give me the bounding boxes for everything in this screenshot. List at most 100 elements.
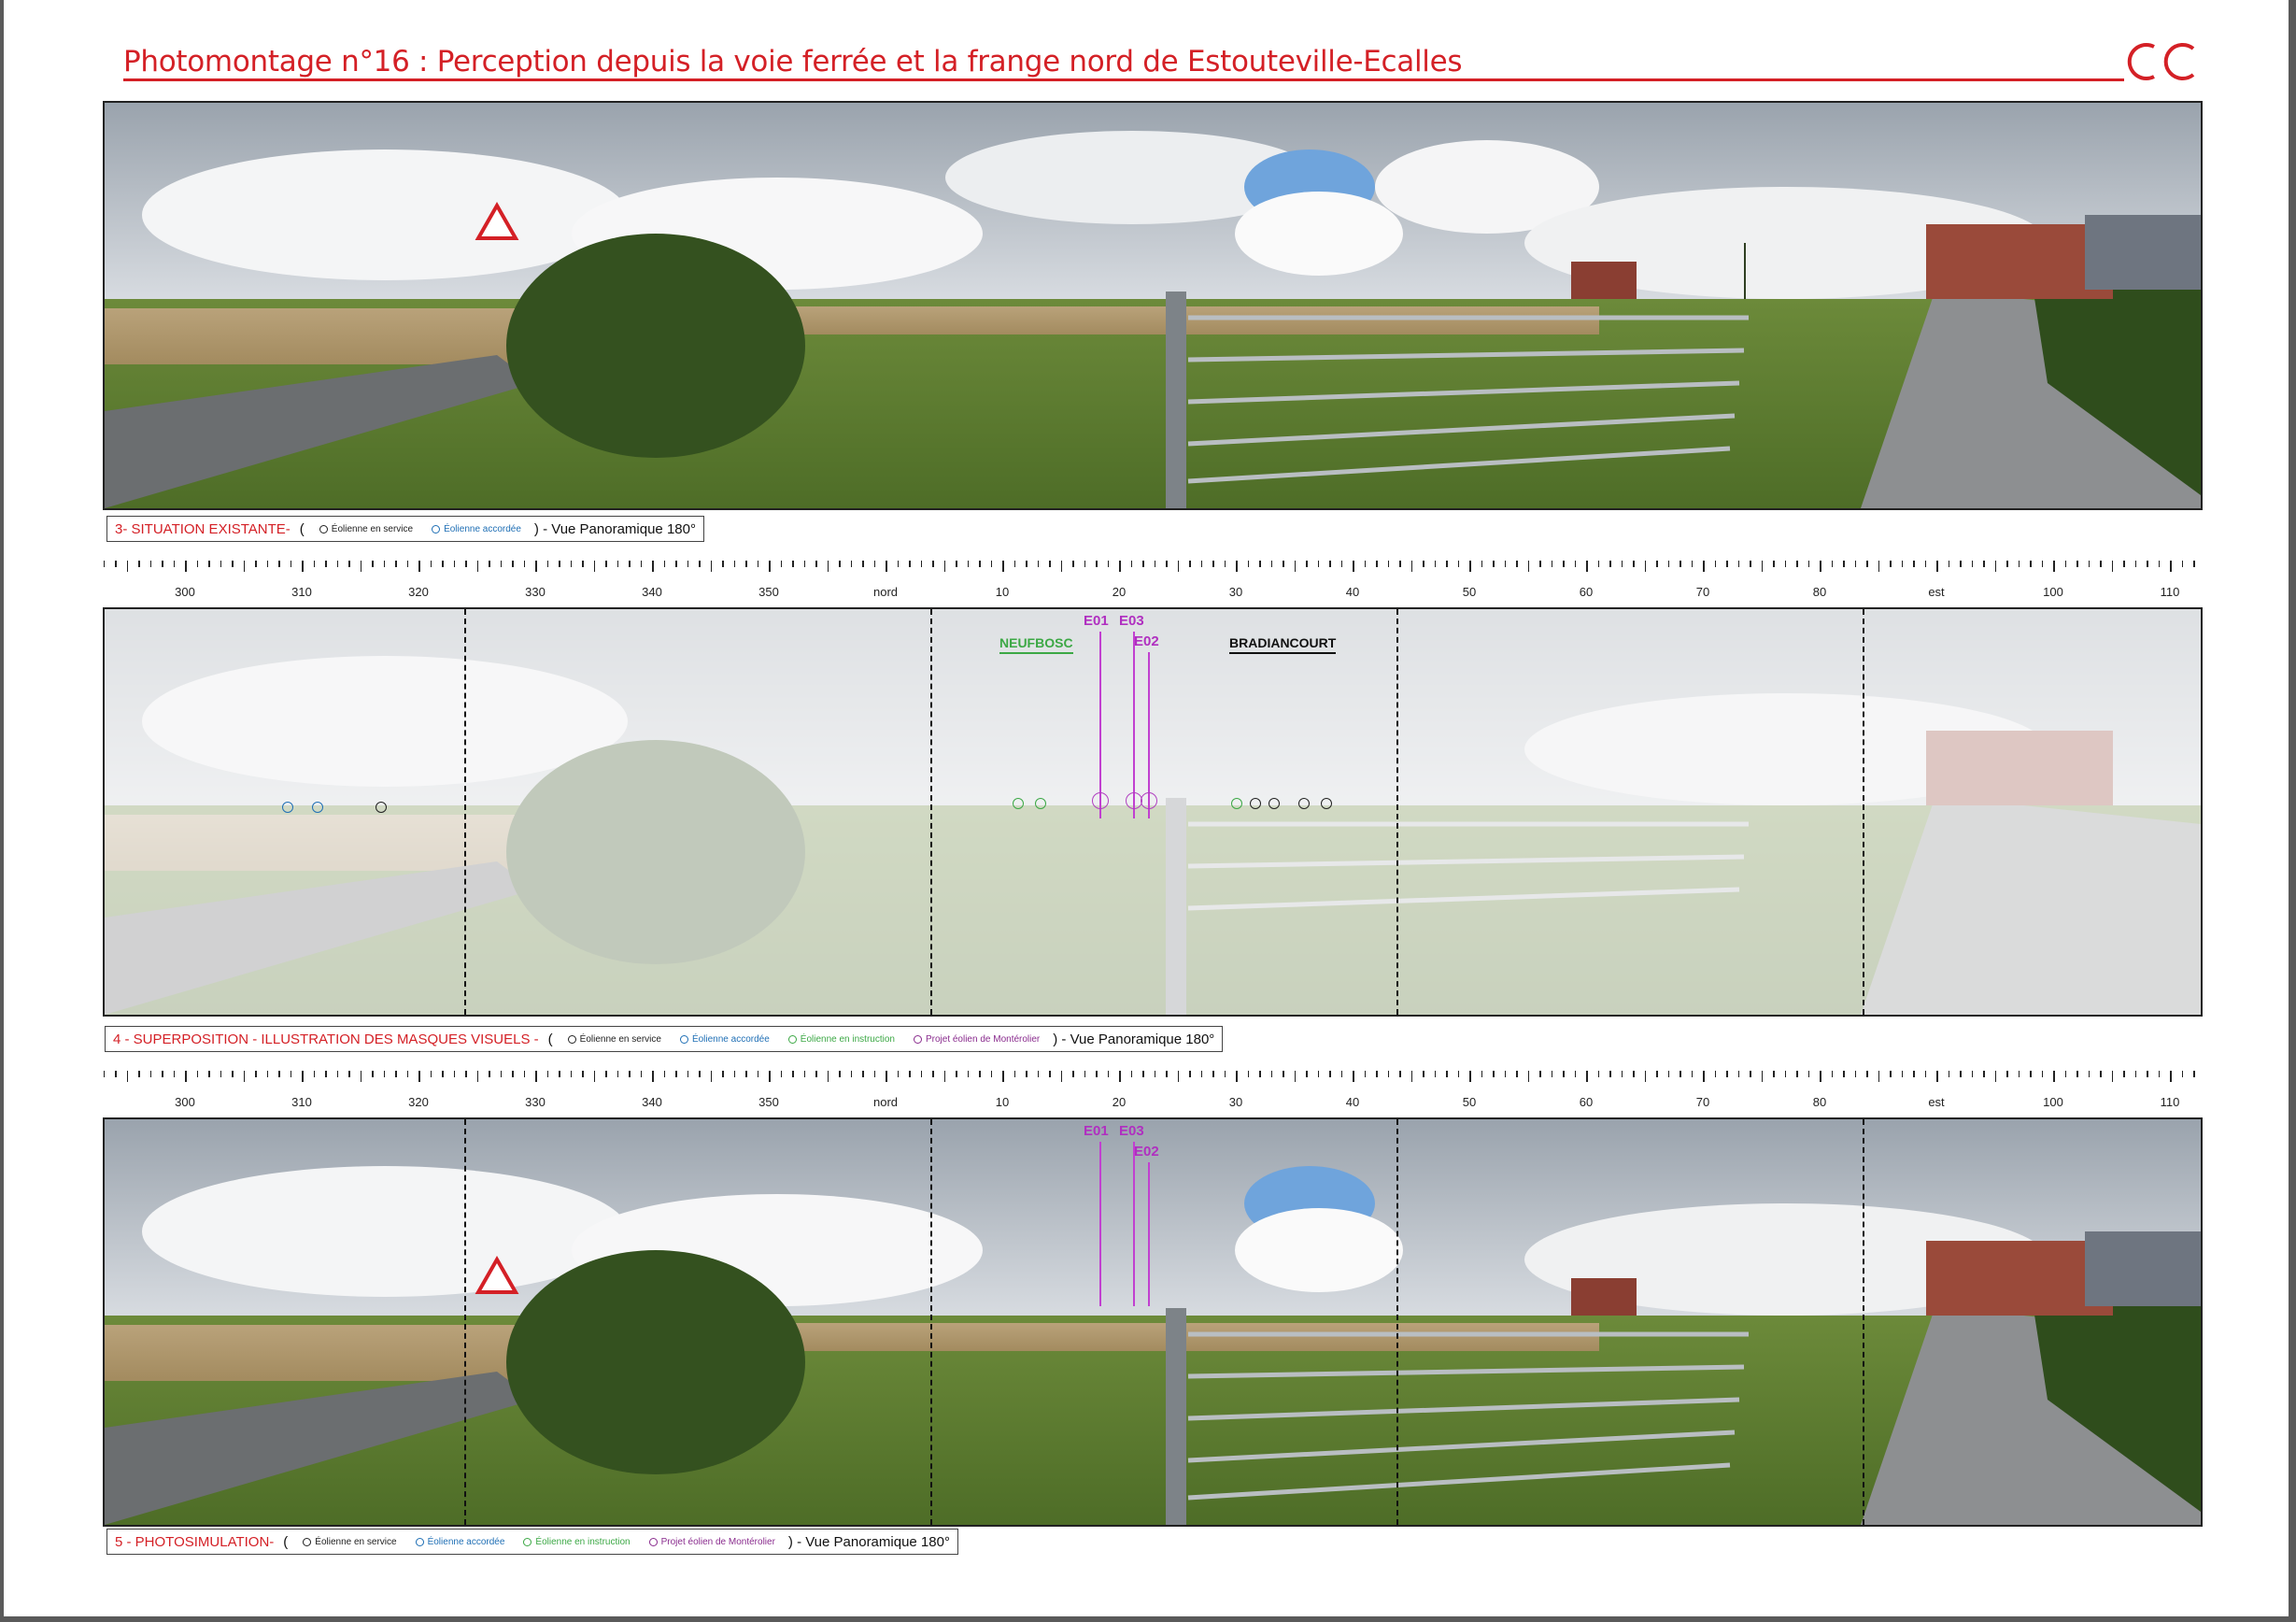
scale-tick (489, 1071, 490, 1077)
scale-tick (173, 561, 175, 567)
scale-tick (1060, 1071, 1062, 1082)
scale-tick (675, 561, 677, 567)
sector-divider (1863, 609, 1864, 1015)
scale-label: 100 (2043, 1095, 2063, 1109)
scale-tick (1574, 561, 1576, 567)
scale-tick (1283, 561, 1284, 567)
scale-tick (430, 1071, 432, 1077)
scale-tick (1423, 561, 1424, 567)
sector-divider (930, 1119, 932, 1525)
scale-tick (827, 561, 829, 572)
scale-tick (2111, 1071, 2113, 1082)
place-bradiancourt: BRADIANCOURT (1229, 635, 1337, 654)
scale-tick (1270, 1071, 1272, 1077)
scale-tick (1633, 561, 1635, 567)
scale-tick (745, 561, 747, 567)
scale-tick (1971, 561, 1973, 567)
scale-tick (2053, 561, 2055, 572)
scale-tick (1796, 1071, 1798, 1077)
scale-tick (395, 1071, 397, 1077)
scale-label: 80 (1812, 1095, 1827, 1109)
scale-tick (1002, 1071, 1004, 1082)
scale-tick (1306, 561, 1308, 567)
scale-tick (1107, 1071, 1109, 1077)
scale-tick (839, 561, 841, 567)
scale-tick (395, 561, 397, 567)
scale-tick (1516, 1071, 1518, 1077)
scale-label: 330 (525, 585, 546, 599)
scale-tick (1843, 561, 1845, 567)
scale-tick (372, 561, 374, 567)
panorama-photo (105, 1119, 2201, 1525)
scale-label: 310 (291, 585, 312, 599)
scale-tick (1259, 1071, 1261, 1077)
scale-tick (126, 1071, 128, 1082)
scale-tick (1200, 1071, 1202, 1077)
scale-tick (1714, 561, 1716, 567)
scale-tick (1399, 1071, 1401, 1077)
scale-tick (617, 1071, 618, 1077)
scale-tick (115, 561, 117, 567)
scale-tick (640, 1071, 642, 1077)
scale-tick (1878, 1071, 1879, 1082)
scale-tick (979, 1071, 981, 1077)
scale-tick (1026, 561, 1028, 567)
scale-tick (1737, 561, 1739, 567)
panorama-photo (105, 103, 2201, 508)
scale-tick (1212, 561, 1214, 567)
scale-tick (1773, 1071, 1775, 1077)
scale-label: 70 (1695, 1095, 1710, 1109)
scale-tick (1750, 1071, 1751, 1077)
scale-tick (1119, 1071, 1121, 1082)
ring-icon (1231, 798, 1242, 809)
scale-tick (1679, 1071, 1681, 1077)
scale-tick (1072, 561, 1074, 567)
scale-tick (1353, 561, 1354, 572)
scale-tick (769, 1071, 771, 1082)
turbine-label-e03: E03 (1119, 1123, 1144, 1139)
scale-tick (1644, 1071, 1646, 1082)
scale-tick (1037, 561, 1039, 567)
scale-tick (1013, 1071, 1015, 1077)
scale-tick (757, 561, 758, 567)
scale-tick (1574, 1071, 1576, 1077)
scale-tick (500, 561, 502, 567)
scale-tick (2006, 1071, 2008, 1077)
scale-tick (1410, 561, 1412, 572)
scale-tick (1026, 1071, 1028, 1077)
legend-projet-label: Projet éolien de Montérolier (660, 1536, 775, 1547)
scale-tick (605, 1071, 607, 1077)
scale-tick (769, 561, 771, 572)
scale-label: 10 (995, 1095, 1010, 1109)
scale-tick (1948, 1071, 1949, 1077)
scale-tick (1644, 561, 1646, 572)
legend-service-label: Éolienne en service (331, 523, 414, 534)
scale-tick (442, 561, 444, 567)
scale-tick (1049, 561, 1051, 567)
scale-tick (722, 561, 724, 567)
scale-tick (663, 1071, 665, 1077)
scale-label: nord (872, 585, 899, 599)
ring-icon (787, 1034, 797, 1044)
scale-tick (1493, 1071, 1495, 1077)
scale-tick (523, 1071, 525, 1077)
ring-icon (319, 524, 328, 534)
scale-label: 350 (758, 585, 779, 599)
scale-tick (406, 1071, 408, 1077)
ring-icon (1250, 798, 1261, 809)
scale-tick (943, 561, 945, 572)
turbine-line-e03 (1133, 632, 1135, 818)
scale-tick (1761, 561, 1763, 572)
legend-suffix: ) - Vue Panoramique 180° (787, 1533, 950, 1550)
scale-tick (815, 1071, 817, 1077)
scale-tick (699, 561, 701, 567)
scale-tick (1212, 1071, 1214, 1077)
legend-projet-label: Projet éolien de Montérolier (925, 1033, 1041, 1045)
scale-tick (302, 561, 304, 572)
scale-tick (360, 561, 361, 572)
scale-tick (1457, 1071, 1459, 1077)
scale-tick (1177, 1071, 1179, 1082)
scale-tick (103, 561, 105, 567)
scale-tick (722, 1071, 724, 1077)
scale-tick (582, 561, 584, 567)
